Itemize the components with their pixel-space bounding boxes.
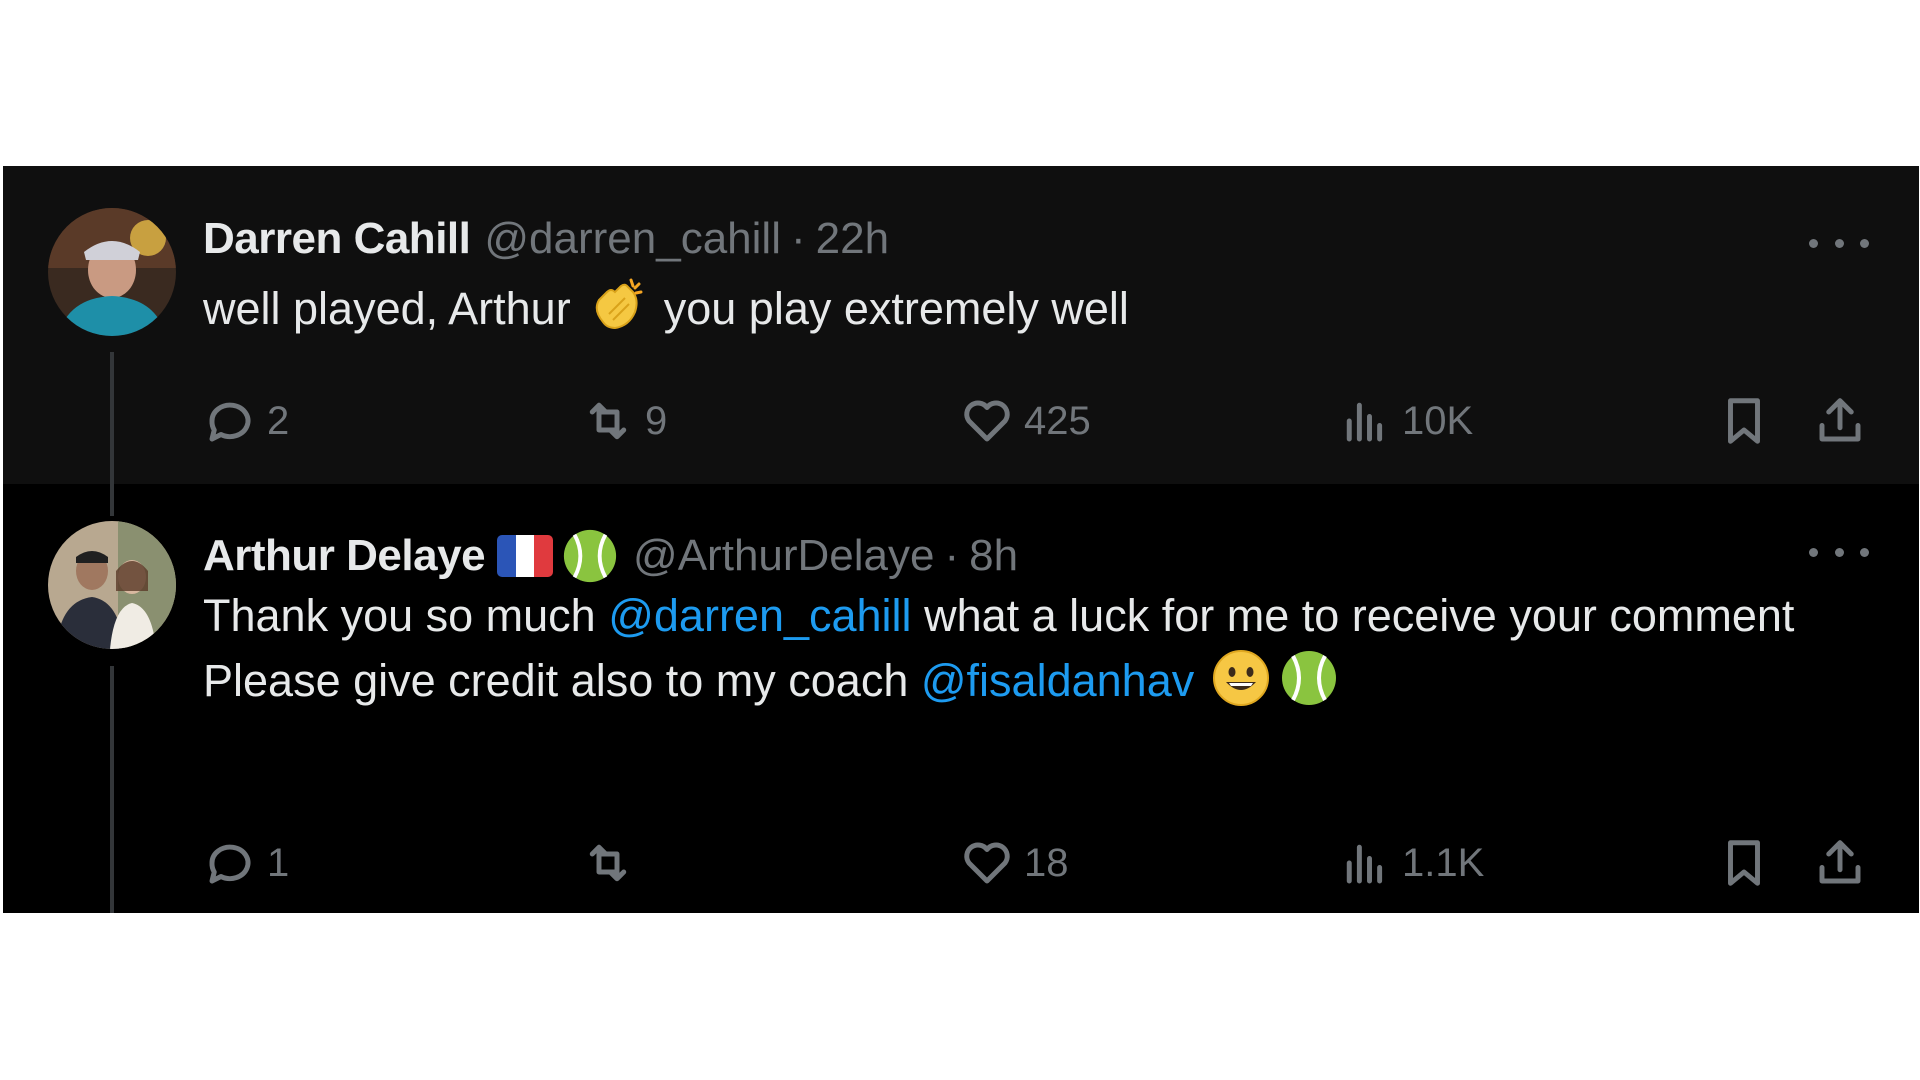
more-options-icon[interactable] [1809,537,1869,567]
bookmark-icon [1728,398,1760,444]
tweet-text: well played, Arthur you play extremely w… [203,276,1843,341]
separator: · [790,214,806,263]
views-button[interactable]: 10K [1338,394,1473,448]
reply-button[interactable]: 1 [203,836,289,890]
reply-button[interactable]: 2 [203,394,289,448]
analytics-icon [1346,844,1383,884]
avatar[interactable] [48,208,176,336]
tweet-arthur-delaye[interactable]: Arthur Delaye @ArthurDelaye · 8h Thank y… [3,484,1919,913]
tweet-text-part: you play extremely well [663,283,1129,334]
author-handle[interactable]: @ArthurDelaye [633,531,934,581]
mention-link[interactable]: @fisaldanhav [921,655,1194,706]
share-icon [1819,840,1861,884]
view-count: 1.1K [1402,840,1485,885]
avatar[interactable] [48,521,176,649]
reply-icon [209,402,251,442]
more-options-icon[interactable] [1809,228,1869,258]
tweet-header: Arthur Delaye @ArthurDelaye · 8h [203,527,1018,585]
repost-count: 9 [645,398,668,443]
tennis-ball-icon [1279,648,1339,708]
tweet-header: Darren Cahill @darren_cahill · 22h [203,214,889,264]
timestamp[interactable]: 8h [969,531,1018,581]
reply-thread: Darren Cahill @darren_cahill · 22h well … [3,166,1919,913]
tweet-text-part: Thank you so much [203,590,596,641]
tweet-text-part: Please give credit also to my coach [203,655,909,706]
tweet-text: Thank you so much @darren_cahill what a … [203,584,1843,713]
share-button[interactable] [1813,836,1867,890]
analytics-icon [1346,402,1383,442]
repost-icon [589,402,627,440]
share-button[interactable] [1813,394,1867,448]
heart-icon [964,842,1010,884]
view-count: 10K [1402,398,1474,443]
bookmark-button[interactable] [1717,394,1771,448]
tennis-ball-icon [561,527,619,585]
france-flag-icon [497,535,554,577]
timestamp[interactable]: 22h [816,214,889,264]
reply-icon [209,844,251,884]
views-button[interactable]: 1.1K [1338,836,1484,890]
reply-count: 2 [267,398,290,443]
mention-link[interactable]: @darren_cahill [608,590,911,641]
tweet-text-part: what a luck for me to receive your comme… [924,590,1795,641]
separator: · [944,531,960,580]
tweet-text-part: well played, Arthur [203,283,571,334]
tweet-actions: 1 18 1.1K [3,836,1919,896]
reply-count: 1 [267,840,290,885]
bookmark-icon [1728,840,1760,886]
author-name[interactable]: Darren Cahill [203,214,471,264]
heart-icon [964,400,1010,442]
repost-icon [589,844,627,882]
author-handle[interactable]: @darren_cahill [484,214,781,264]
author-name[interactable]: Arthur Delaye [203,531,486,581]
share-icon [1819,398,1861,442]
grinning-face-icon [1211,648,1271,708]
like-button[interactable]: 18 [960,836,1069,890]
tweet-darren-cahill[interactable]: Darren Cahill @darren_cahill · 22h well … [3,166,1919,484]
like-count: 18 [1024,840,1069,885]
tweet-actions: 2 9 425 10K [3,394,1919,454]
thread-connector-line [110,484,114,516]
like-count: 425 [1024,398,1091,443]
clapping-hands-icon [587,276,647,336]
repost-button[interactable]: 9 [581,394,667,448]
like-button[interactable]: 425 [960,394,1091,448]
repost-button[interactable] [581,836,645,890]
bookmark-button[interactable] [1717,836,1771,890]
